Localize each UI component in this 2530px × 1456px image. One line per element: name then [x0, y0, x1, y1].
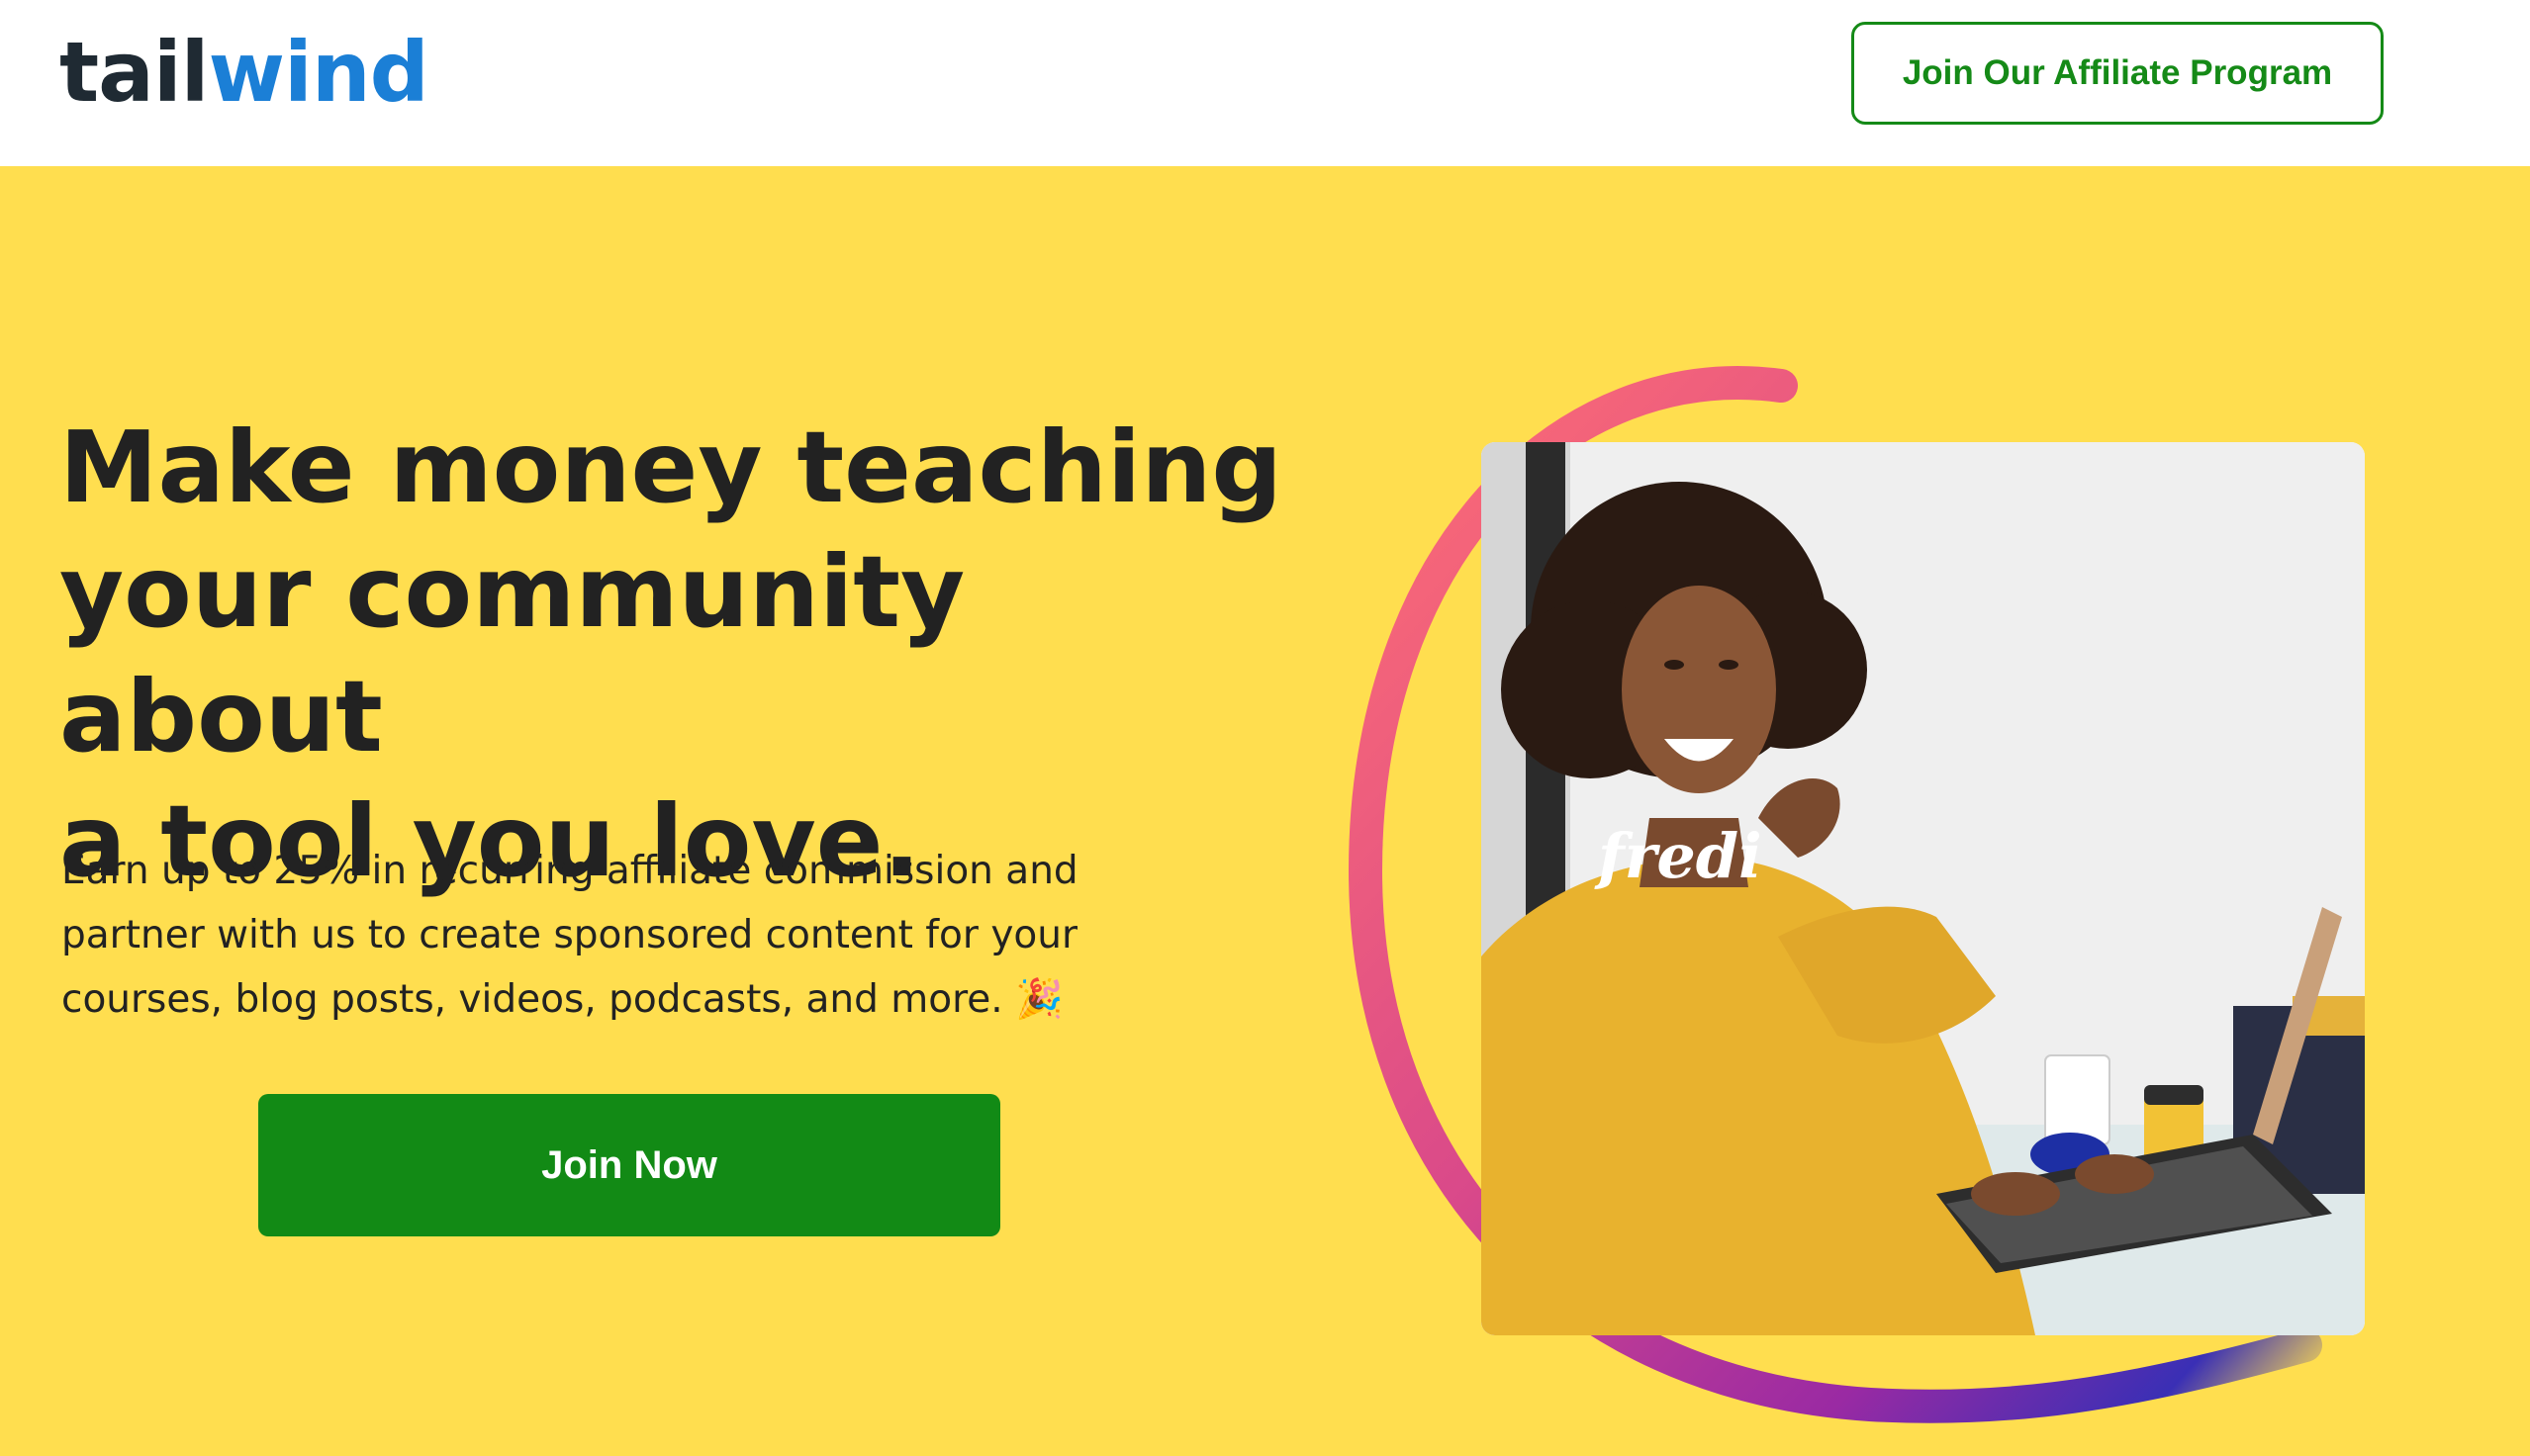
- logo-text-tail: tail: [59, 24, 209, 121]
- sweatshirt-text: fredi: [1594, 820, 1762, 892]
- logo-text-wind: wind: [208, 24, 428, 121]
- headline-line-1: Make money teaching: [59, 410, 1282, 525]
- photo-illustration: fredi: [1481, 442, 2365, 1335]
- hero-subtext: Earn up to 25% in recurring affiliate co…: [61, 839, 1209, 1032]
- headline-line-2: your community about: [59, 534, 966, 774]
- site-header: tail wind Join Our Affiliate Program: [0, 0, 2530, 166]
- party-popper-icon: 🎉: [1015, 977, 1064, 1022]
- hero-subtext-body: Earn up to 25% in recurring affiliate co…: [61, 849, 1078, 1022]
- hero-photo-woman-laptop: fredi: [1481, 442, 2365, 1335]
- join-affiliate-program-button[interactable]: Join Our Affiliate Program: [1851, 22, 2384, 125]
- join-now-button[interactable]: Join Now: [258, 1094, 1000, 1236]
- tailwind-logo[interactable]: tail wind: [59, 18, 429, 127]
- hero-headline: Make money teaching your community about…: [59, 406, 1286, 904]
